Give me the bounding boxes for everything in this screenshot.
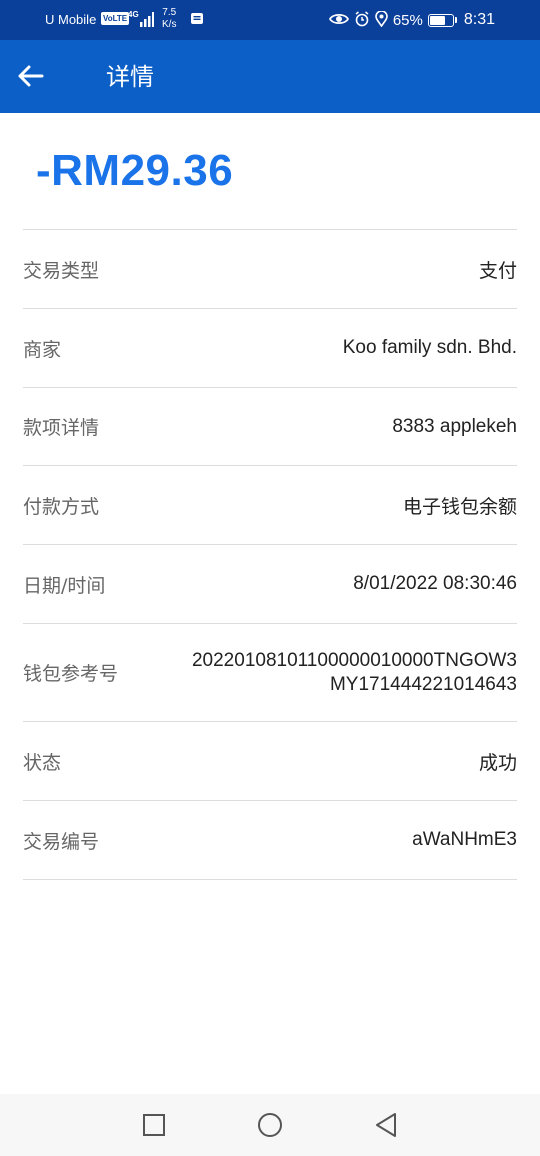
row-label: 交易编号 <box>23 830 100 853</box>
row-label: 日期/时间 <box>23 574 106 597</box>
square-icon <box>143 1114 165 1136</box>
row-label: 状态 <box>23 751 62 774</box>
app-bar: 详情 <box>0 40 540 113</box>
row-status: 状态 成功 <box>23 722 517 801</box>
system-nav-bar <box>0 1094 540 1156</box>
battery-tip <box>454 17 457 23</box>
row-label: 商家 <box>23 338 62 361</box>
row-value: 8/01/2022 08:30:46 <box>353 573 517 594</box>
speed-unit: K/s <box>162 19 177 30</box>
row-value: 成功 <box>478 752 517 774</box>
triangle-back-icon <box>376 1113 396 1137</box>
battery-fill <box>429 15 446 25</box>
transaction-amount: -RM29.36 <box>36 146 234 195</box>
row-value-line: MY171444221014643 <box>329 673 517 695</box>
message-icon <box>190 12 204 29</box>
page-title: 详情 <box>106 63 154 91</box>
row-value-line: 20220108101100000010000TNGOW3 <box>191 649 517 671</box>
battery-percent: 65% <box>392 11 423 29</box>
row-wallet-reference: 钱包参考号 20220108101100000010000TNGOW3 MY17… <box>23 624 517 722</box>
row-label: 交易类型 <box>23 259 100 282</box>
row-value: 电子钱包余额 <box>402 496 517 518</box>
row-label: 钱包参考号 <box>23 663 119 685</box>
row-merchant: 商家 Koo family sdn. Bhd. <box>23 309 517 388</box>
row-value: Koo family sdn. Bhd. <box>342 337 517 358</box>
back-button[interactable] <box>10 56 50 96</box>
battery-body <box>427 13 454 27</box>
arrow-left-icon <box>18 65 44 87</box>
battery-icon <box>427 13 457 27</box>
row-datetime: 日期/时间 8/01/2022 08:30:46 <box>23 545 517 624</box>
circle-icon <box>258 1113 282 1137</box>
status-right-group: 65% 8:31 <box>328 9 495 30</box>
location-icon <box>375 9 388 30</box>
row-transaction-id: 交易编号 aWaNHmE3 <box>23 801 517 880</box>
nav-back-button[interactable] <box>368 1107 404 1143</box>
alarm-icon <box>354 10 370 30</box>
row-payment-method: 付款方式 电子钱包余额 <box>23 466 517 545</box>
status-bar: U Mobile VoLTE 4G 7.5 K/s 65% 8:31 <box>0 0 540 40</box>
volte-badge: VoLTE <box>101 12 130 25</box>
row-value: 20220108101100000010000TNGOW3 MY17144422… <box>192 649 517 697</box>
recents-button[interactable] <box>136 1107 172 1143</box>
row-transaction-type: 交易类型 支付 <box>23 230 517 309</box>
home-button[interactable] <box>252 1107 288 1143</box>
row-value: aWaNHmE3 <box>412 829 517 850</box>
eye-icon <box>328 12 349 29</box>
network-speed: 7.5 K/s <box>162 7 176 31</box>
transaction-details: 交易类型 支付 商家 Koo family sdn. Bhd. 款项详情 838… <box>23 229 517 880</box>
signal-icon <box>132 10 154 31</box>
row-payment-details: 款项详情 8383 applekeh <box>23 388 517 466</box>
row-value: 8383 applekeh <box>392 415 517 437</box>
row-label: 付款方式 <box>23 495 100 518</box>
row-label: 款项详情 <box>23 417 100 439</box>
carrier-name: U Mobile <box>45 12 97 27</box>
row-value: 支付 <box>478 260 517 282</box>
clock: 8:31 <box>463 11 495 28</box>
speed-value: 7.5 <box>162 7 177 18</box>
